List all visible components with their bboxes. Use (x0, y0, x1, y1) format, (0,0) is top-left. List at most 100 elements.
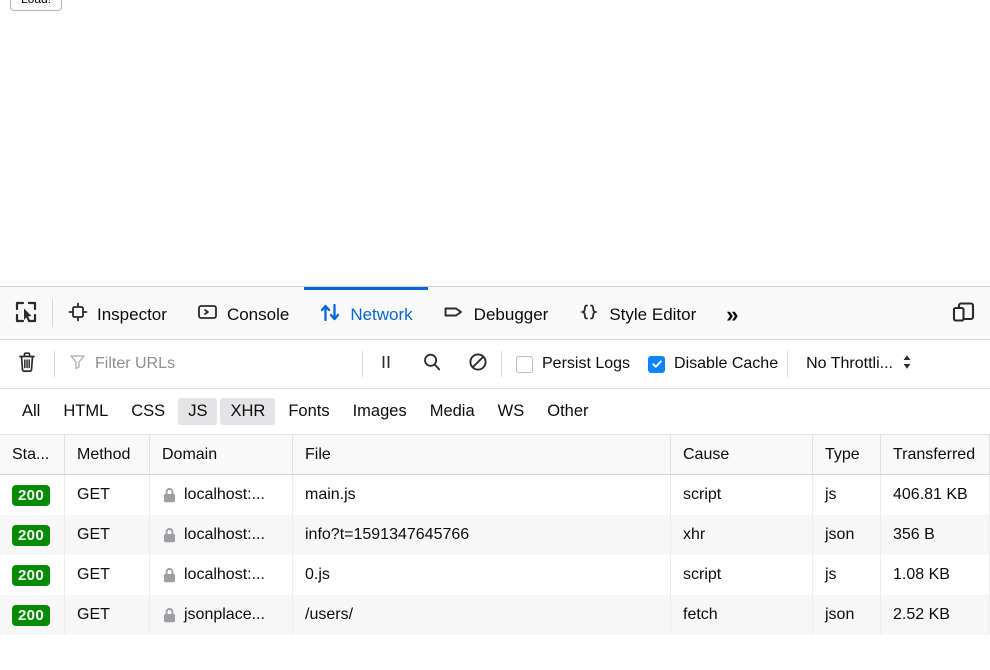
column-header-type[interactable]: Type (813, 435, 881, 474)
network-arrows-icon (319, 302, 341, 328)
tab-overflow-button[interactable]: » (711, 287, 750, 339)
block-requests-button[interactable] (455, 340, 501, 388)
tabbar-spacer (751, 287, 936, 339)
chevron-double-right-icon: » (726, 301, 738, 327)
type-filter-html[interactable]: HTML (53, 398, 118, 425)
persist-logs-toggle[interactable]: Persist Logs (502, 340, 639, 388)
disable-cache-toggle[interactable]: Disable Cache (639, 340, 787, 388)
status-badge: 200 (12, 524, 50, 546)
pause-button[interactable] (363, 340, 409, 388)
cell-status: 200 (0, 595, 65, 635)
cell-status: 200 (0, 515, 65, 555)
cell-file: main.js (293, 475, 671, 515)
pause-icon (378, 353, 394, 376)
cell-file: 0.js (293, 555, 671, 595)
cell-domain: localhost:... (150, 515, 293, 555)
type-filter-xhr[interactable]: XHR (220, 398, 276, 425)
type-filter-other[interactable]: Other (537, 398, 598, 425)
tab-style-editor-label: Style Editor (609, 304, 697, 324)
tab-network-label: Network (350, 304, 413, 324)
cell-status: 200 (0, 475, 65, 515)
status-badge: 200 (12, 484, 50, 506)
cell-type: js (813, 555, 881, 595)
cell-domain-text: localhost:... (184, 526, 265, 543)
type-filter-images[interactable]: Images (343, 398, 417, 425)
table-row[interactable]: 200 GET localhost:... 0.js script js 1.0… (0, 555, 990, 595)
persist-logs-checkbox[interactable] (516, 355, 533, 373)
console-icon (197, 302, 218, 327)
type-filter-all[interactable]: All (12, 398, 50, 425)
disable-cache-checkbox[interactable] (648, 355, 666, 373)
filter-urls-input[interactable]: Filter URLs (55, 340, 362, 388)
cell-cause: fetch (671, 595, 813, 635)
responsive-design-mode-button[interactable] (936, 287, 990, 339)
network-request-table: Sta... Method Domain File Cause Type Tra… (0, 435, 990, 635)
funnel-icon (69, 353, 86, 375)
cell-method: GET (65, 555, 150, 595)
network-filter-toolbar: Filter URLs Persist Logs Disable Cache N… (0, 340, 990, 389)
tab-inspector[interactable]: Inspector (53, 287, 182, 339)
search-button[interactable] (409, 340, 455, 388)
column-header-cause[interactable]: Cause (671, 435, 813, 474)
cell-transferred: 356 B (881, 515, 990, 555)
load-button[interactable]: Load! (10, 0, 63, 11)
updown-arrows-icon (901, 353, 913, 376)
table-row[interactable]: 200 GET jsonplace... /users/ fetch json … (0, 595, 990, 635)
column-header-method[interactable]: Method (65, 435, 150, 474)
cell-domain: jsonplace... (150, 595, 293, 635)
cell-type: json (813, 595, 881, 635)
cell-method: GET (65, 515, 150, 555)
tab-console[interactable]: Console (182, 287, 304, 339)
cell-type: json (813, 515, 881, 555)
type-filter-css[interactable]: CSS (121, 398, 175, 425)
column-header-transferred[interactable]: Transferred (881, 435, 990, 474)
cell-file: info?t=1591347645766 (293, 515, 671, 555)
cell-domain: localhost:... (150, 475, 293, 515)
devtools-screenshot: Load! In (0, 0, 990, 670)
throttling-label: No Throttli... (806, 355, 893, 372)
search-icon (421, 351, 443, 378)
cell-transferred: 406.81 KB (881, 475, 990, 515)
cell-type: js (813, 475, 881, 515)
clear-requests-button[interactable] (0, 340, 54, 388)
debugger-icon (443, 302, 465, 327)
persist-logs-label: Persist Logs (542, 355, 631, 372)
check-icon (651, 360, 662, 368)
element-picker-button[interactable] (0, 287, 52, 339)
status-badge: 200 (12, 564, 50, 586)
tab-debugger[interactable]: Debugger (428, 287, 564, 339)
tab-inspector-label: Inspector (97, 304, 167, 324)
style-editor-icon (578, 302, 600, 327)
devtools-panel: Inspector Console Network Debugger Style… (0, 286, 990, 670)
block-icon (467, 351, 489, 378)
lock-icon (162, 527, 177, 544)
web-page-content: Load! (0, 0, 990, 286)
table-row[interactable]: 200 GET localhost:... main.js script js … (0, 475, 990, 515)
trash-icon (16, 350, 38, 379)
status-badge: 200 (12, 604, 50, 626)
cell-cause: xhr (671, 515, 813, 555)
cell-cause: script (671, 555, 813, 595)
column-header-status[interactable]: Sta... (0, 435, 65, 474)
column-header-domain[interactable]: Domain (150, 435, 293, 474)
cell-method: GET (65, 475, 150, 515)
cell-cause: script (671, 475, 813, 515)
filter-urls-placeholder: Filter URLs (95, 355, 176, 372)
responsive-design-mode-icon (950, 299, 977, 330)
cell-domain-text: localhost:... (184, 486, 265, 503)
type-filter-fonts[interactable]: Fonts (278, 398, 339, 425)
devtools-tabbar: Inspector Console Network Debugger Style… (0, 287, 990, 340)
table-header-row: Sta... Method Domain File Cause Type Tra… (0, 435, 990, 475)
lock-icon (162, 487, 177, 504)
table-row[interactable]: 200 GET localhost:... info?t=15913476457… (0, 515, 990, 555)
tab-style-editor[interactable]: Style Editor (563, 287, 711, 339)
type-filter-js[interactable]: JS (178, 398, 218, 425)
type-filter-media[interactable]: Media (420, 398, 485, 425)
throttling-select[interactable]: No Throttli... (788, 340, 923, 388)
disable-cache-label: Disable Cache (674, 355, 779, 372)
tab-network[interactable]: Network (304, 287, 428, 339)
type-filter-ws[interactable]: WS (488, 398, 535, 425)
cell-domain: localhost:... (150, 555, 293, 595)
cell-domain-text: jsonplace... (184, 606, 265, 623)
column-header-file[interactable]: File (293, 435, 671, 474)
